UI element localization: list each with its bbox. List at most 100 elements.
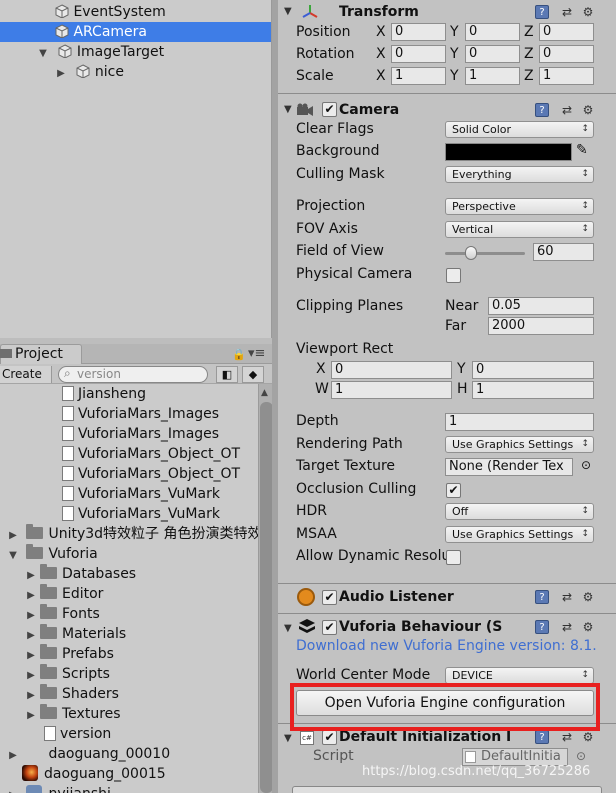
filter-by-type-button[interactable]: ◧ <box>216 366 238 383</box>
folder-item[interactable]: ▼ Vuforia <box>8 544 98 564</box>
folder-item[interactable]: ▶ Prefabs <box>26 644 114 664</box>
rendering-path-dropdown[interactable]: Use Graphics Settings <box>445 436 594 453</box>
fov-slider-track[interactable] <box>445 252 525 255</box>
fold-arrow-icon[interactable]: ▼ <box>284 6 292 17</box>
add-component-button[interactable] <box>292 786 602 793</box>
gear-icon[interactable]: ⚙ <box>581 620 595 634</box>
hdr-dropdown[interactable]: Off <box>445 503 594 520</box>
near-field[interactable]: 0.05 <box>488 297 594 315</box>
fold-arrow-icon[interactable]: ▼ <box>284 623 292 634</box>
list-item[interactable]: VuforiaMars_Object_OT <box>62 444 240 464</box>
scale-z-field[interactable]: 1 <box>539 67 594 85</box>
hierarchy-item-imagetarget[interactable]: ▼ ImageTarget <box>0 42 271 64</box>
folder-item[interactable]: ▶ Shaders <box>26 684 119 704</box>
folder-item[interactable]: ▶ Editor <box>26 584 103 604</box>
help-book-icon[interactable]: ? <box>535 590 549 604</box>
scroll-up-arrow-icon[interactable]: ▲ <box>261 388 268 398</box>
list-item[interactable]: VuforiaMars_Object_OT <box>62 464 240 484</box>
position-y-field[interactable]: 0 <box>465 23 520 41</box>
rotation-y-field[interactable]: 0 <box>465 45 520 63</box>
fold-arrow-icon[interactable]: ▼ <box>284 104 292 115</box>
preset-icon[interactable]: ⇄ <box>560 730 574 744</box>
folder-item[interactable]: ▶ Materials <box>26 624 126 644</box>
list-item[interactable]: VuforiaMars_VuMark <box>62 484 220 504</box>
hierarchy-item-nice[interactable]: ▶ nice <box>0 62 271 84</box>
fov-axis-dropdown[interactable]: Vertical <box>445 221 594 238</box>
expanded-triangle-icon[interactable]: ▼ <box>8 546 18 566</box>
viewport-x-field[interactable]: 0 <box>331 361 452 379</box>
eyedropper-icon[interactable]: ✎ <box>576 142 588 158</box>
collapsed-triangle-icon[interactable]: ▶ <box>8 526 18 546</box>
list-item[interactable]: VuforiaMars_VuMark <box>62 504 220 524</box>
list-item[interactable]: VuforiaMars_Images <box>62 424 219 444</box>
gear-icon[interactable]: ⚙ <box>581 5 595 19</box>
list-item[interactable]: VuforiaMars_Images <box>62 404 219 424</box>
viewport-h-field[interactable]: 1 <box>472 381 594 399</box>
collapsed-triangle-icon[interactable]: ▶ <box>26 626 36 646</box>
scale-y-field[interactable]: 1 <box>465 67 520 85</box>
vuforia-enabled-checkbox[interactable]: ✔ <box>322 620 337 635</box>
msaa-dropdown[interactable]: Use Graphics Settings <box>445 526 594 543</box>
far-field[interactable]: 2000 <box>488 317 594 335</box>
download-vuforia-link[interactable]: Download new Vuforia Engine version: 8.1… <box>296 638 614 654</box>
position-z-field[interactable]: 0 <box>539 23 594 41</box>
collapsed-triangle-icon[interactable]: ▶ <box>26 586 36 606</box>
fov-value-field[interactable]: 60 <box>533 243 594 261</box>
gear-icon[interactable]: ⚙ <box>581 103 595 117</box>
folder-item[interactable]: ▶ Textures <box>26 704 121 724</box>
folder-item[interactable]: ▶ Scripts <box>26 664 110 684</box>
help-book-icon[interactable]: ? <box>535 103 549 117</box>
world-center-mode-dropdown[interactable]: DEVICE <box>445 667 594 684</box>
clear-flags-dropdown[interactable]: Solid Color <box>445 121 594 138</box>
rotation-x-field[interactable]: 0 <box>391 45 446 63</box>
depth-field[interactable]: 1 <box>445 413 594 431</box>
list-item[interactable]: version <box>44 724 111 744</box>
gear-icon[interactable]: ⚙ <box>581 730 595 744</box>
folder-item[interactable]: ▶ Databases <box>26 564 136 584</box>
preset-icon[interactable]: ⇄ <box>560 5 574 19</box>
culling-mask-dropdown[interactable]: Everything <box>445 166 594 183</box>
collapsed-triangle-icon[interactable]: ▶ <box>26 686 36 706</box>
target-texture-field[interactable]: None (Render Tex <box>445 458 573 476</box>
viewport-w-field[interactable]: 1 <box>331 381 452 399</box>
camera-enabled-checkbox[interactable]: ✔ <box>322 102 337 117</box>
panel-menu-icon[interactable]: ▾≡ <box>248 346 265 361</box>
fov-slider-thumb[interactable] <box>465 246 478 260</box>
filter-by-label-button[interactable]: ◆ <box>242 366 264 383</box>
physical-camera-checkbox[interactable] <box>446 268 461 283</box>
collapsed-triangle-icon[interactable]: ▶ <box>8 786 18 793</box>
help-book-icon[interactable]: ? <box>535 620 549 634</box>
list-item[interactable]: daoguang_00015 <box>22 764 166 784</box>
collapsed-triangle-icon[interactable]: ▶ <box>26 706 36 726</box>
help-book-icon[interactable]: ? <box>535 5 549 19</box>
audio-listener-enabled-checkbox[interactable]: ✔ <box>322 590 337 605</box>
folder-item[interactable]: ▶ Unity3d特效粒子 角色扮演类特效 <box>8 524 258 544</box>
lock-icon[interactable]: 🔒 <box>232 348 246 361</box>
list-item[interactable]: Jiansheng <box>62 384 146 404</box>
collapsed-triangle-icon[interactable]: ▶ <box>26 666 36 686</box>
collapsed-triangle-icon[interactable]: ▶ <box>26 606 36 626</box>
open-vuforia-config-button[interactable]: Open Vuforia Engine configuration <box>296 690 594 716</box>
occlusion-culling-checkbox[interactable]: ✔ <box>446 483 461 498</box>
list-item[interactable]: ▶ daoguang_00010 <box>8 744 170 764</box>
dynamic-resolution-checkbox[interactable] <box>446 550 461 565</box>
collapsed-triangle-icon[interactable]: ▶ <box>26 646 36 666</box>
hierarchy-item-eventsystem[interactable]: EventSystem <box>0 2 271 22</box>
collapsed-triangle-icon[interactable]: ▶ <box>56 64 66 84</box>
rotation-z-field[interactable]: 0 <box>539 45 594 63</box>
viewport-y-field[interactable]: 0 <box>472 361 594 379</box>
background-color-swatch[interactable] <box>445 143 572 161</box>
object-picker-icon[interactable]: ⊙ <box>581 458 591 472</box>
list-item[interactable]: ▶ nvjianshi <box>8 784 111 793</box>
default-init-enabled-checkbox[interactable]: ✔ <box>322 730 337 745</box>
preset-icon[interactable]: ⇄ <box>560 103 574 117</box>
collapsed-triangle-icon[interactable]: ▶ <box>26 566 36 586</box>
scale-x-field[interactable]: 1 <box>391 67 446 85</box>
projection-dropdown[interactable]: Perspective <box>445 198 594 215</box>
tab-project[interactable]: Project <box>0 344 82 365</box>
position-x-field[interactable]: 0 <box>391 23 446 41</box>
preset-icon[interactable]: ⇄ <box>560 590 574 604</box>
preset-icon[interactable]: ⇄ <box>560 620 574 634</box>
expanded-triangle-icon[interactable]: ▼ <box>38 44 48 64</box>
create-button[interactable]: Create ▾ <box>0 366 52 398</box>
